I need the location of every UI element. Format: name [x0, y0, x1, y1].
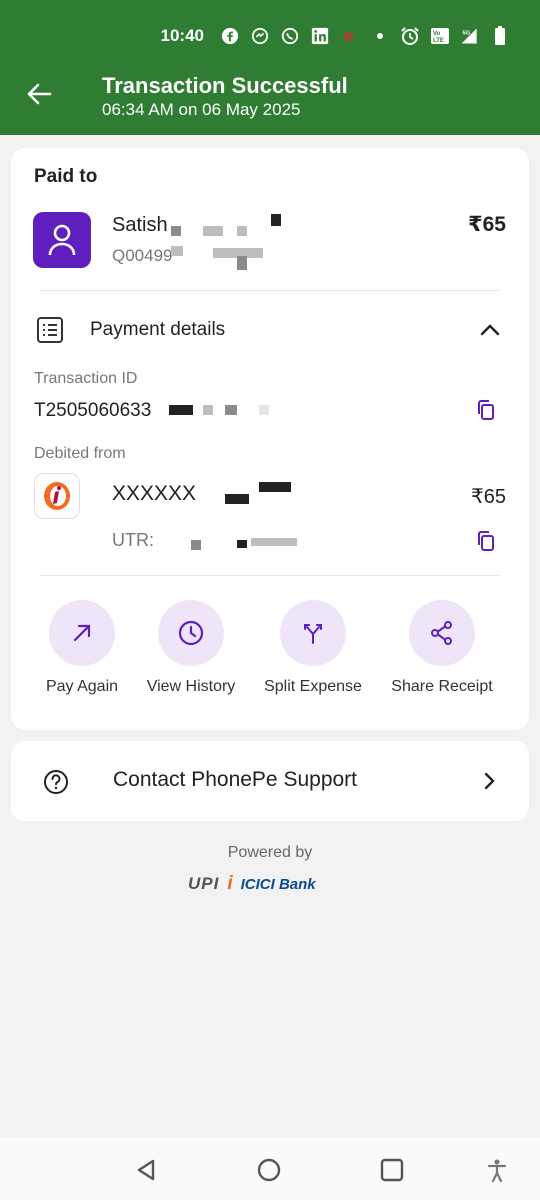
chevron-up-icon[interactable] — [479, 320, 501, 340]
icici-bank-text: ICICI Bank — [240, 875, 316, 893]
volte-icon: Vo LTE — [430, 26, 450, 46]
alarm-icon — [400, 26, 420, 46]
signal-5g-icon: 5G — [460, 26, 480, 46]
powered-by-text: Powered by — [227, 844, 313, 861]
debited-from-label: Debited from — [34, 445, 126, 462]
header-bar: 10:40 R Vo LTE 5G Transaction Successful… — [0, 0, 540, 135]
paid-amount: ₹65 — [468, 213, 506, 236]
partner-logos: UPI i ICICI Bank — [188, 872, 316, 896]
share-icon — [431, 621, 452, 645]
accessibility-icon[interactable] — [484, 1157, 510, 1183]
back-arrow-icon[interactable] — [24, 78, 56, 110]
status-bar: 10:40 R Vo LTE 5G — [161, 22, 510, 50]
upi-logo: UPI — [188, 874, 220, 893]
transaction-timestamp: 06:34 AM on 06 May 2025 — [102, 100, 301, 119]
payee-name: Satish — [112, 214, 168, 236]
arrow-up-right-icon — [73, 624, 91, 642]
dot-icon — [370, 26, 390, 46]
facebook-icon — [220, 26, 240, 46]
divider — [40, 575, 500, 576]
divider — [40, 290, 500, 291]
payment-details-label[interactable]: Payment details — [90, 319, 225, 341]
svg-text:5G: 5G — [463, 30, 471, 36]
page-title: Transaction Successful — [102, 73, 348, 98]
split-icon — [304, 624, 322, 644]
clock-icon — [178, 620, 204, 646]
icici-bank-logo — [34, 473, 80, 519]
messenger-icon — [250, 26, 270, 46]
contact-support-label: Contact PhonePe Support — [113, 768, 358, 791]
battery-icon — [490, 26, 510, 46]
nav-back-icon[interactable] — [133, 1157, 159, 1183]
icici-mark-icon: i — [227, 873, 233, 894]
transaction-id-label: Transaction ID — [34, 370, 138, 387]
status-time: 10:40 — [160, 26, 204, 45]
receipt-list-icon — [36, 316, 64, 344]
split-expense-label: Split Expense — [264, 678, 362, 695]
share-receipt-label: Share Receipt — [391, 678, 493, 695]
payee-upi-id: Q00499 — [112, 246, 173, 265]
action-row: Pay Again View History Split Expense Sha… — [11, 600, 529, 710]
copy-icon[interactable] — [475, 399, 497, 421]
view-history-button[interactable]: View History — [126, 600, 256, 696]
view-history-label: View History — [146, 678, 236, 695]
help-circle-icon — [42, 768, 70, 796]
contact-support-row[interactable]: Contact PhonePe Support — [11, 741, 529, 821]
share-receipt-button[interactable]: Share Receipt — [377, 600, 507, 696]
transaction-id-value: T2505060633 — [34, 400, 152, 421]
payee-avatar — [33, 212, 91, 268]
nav-home-icon[interactable] — [256, 1157, 282, 1183]
paid-to-heading: Paid to — [34, 166, 98, 187]
debit-amount: ₹65 — [471, 486, 506, 508]
chevron-right-icon[interactable] — [479, 771, 499, 791]
svg-text:LTE: LTE — [433, 38, 444, 44]
split-expense-button[interactable]: Split Expense — [248, 600, 378, 696]
whatsapp-icon — [280, 26, 300, 46]
svg-text:R: R — [344, 29, 354, 44]
svg-text:Vo: Vo — [433, 31, 441, 37]
app-r-icon: R — [340, 26, 360, 46]
linkedin-icon — [310, 26, 330, 46]
debit-account-number: XXXXXX — [112, 482, 197, 505]
nav-recents-icon[interactable] — [379, 1157, 405, 1183]
copy-utr-icon[interactable] — [475, 530, 497, 552]
system-nav-bar — [0, 1137, 540, 1200]
transaction-card: Paid to Satish Q00499 ₹65 Payment detail… — [11, 148, 529, 730]
user-icon — [48, 224, 76, 256]
utr-label: UTR: — [112, 530, 154, 550]
